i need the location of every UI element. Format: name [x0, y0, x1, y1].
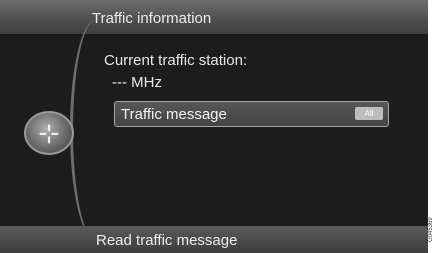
menu-item-label: Traffic message	[121, 106, 227, 123]
image-reference-code: G045369	[428, 217, 434, 242]
traffic-knob-icon[interactable]: ⊹	[24, 111, 74, 155]
screen-frame: Traffic information Current traffic stat…	[0, 0, 428, 253]
current-station-frequency: --- MHz	[112, 74, 162, 91]
title-bar: Traffic information	[0, 0, 428, 34]
menu-item-traffic-message[interactable]: Traffic message All	[114, 101, 389, 127]
current-station-label: Current traffic station:	[104, 52, 248, 69]
bottom-bar: Read traffic message	[0, 226, 428, 253]
traffic-glyph-icon: ⊹	[38, 118, 60, 148]
read-traffic-message-button[interactable]: Read traffic message	[96, 232, 237, 249]
traffic-message-toggle[interactable]: All	[355, 107, 383, 120]
